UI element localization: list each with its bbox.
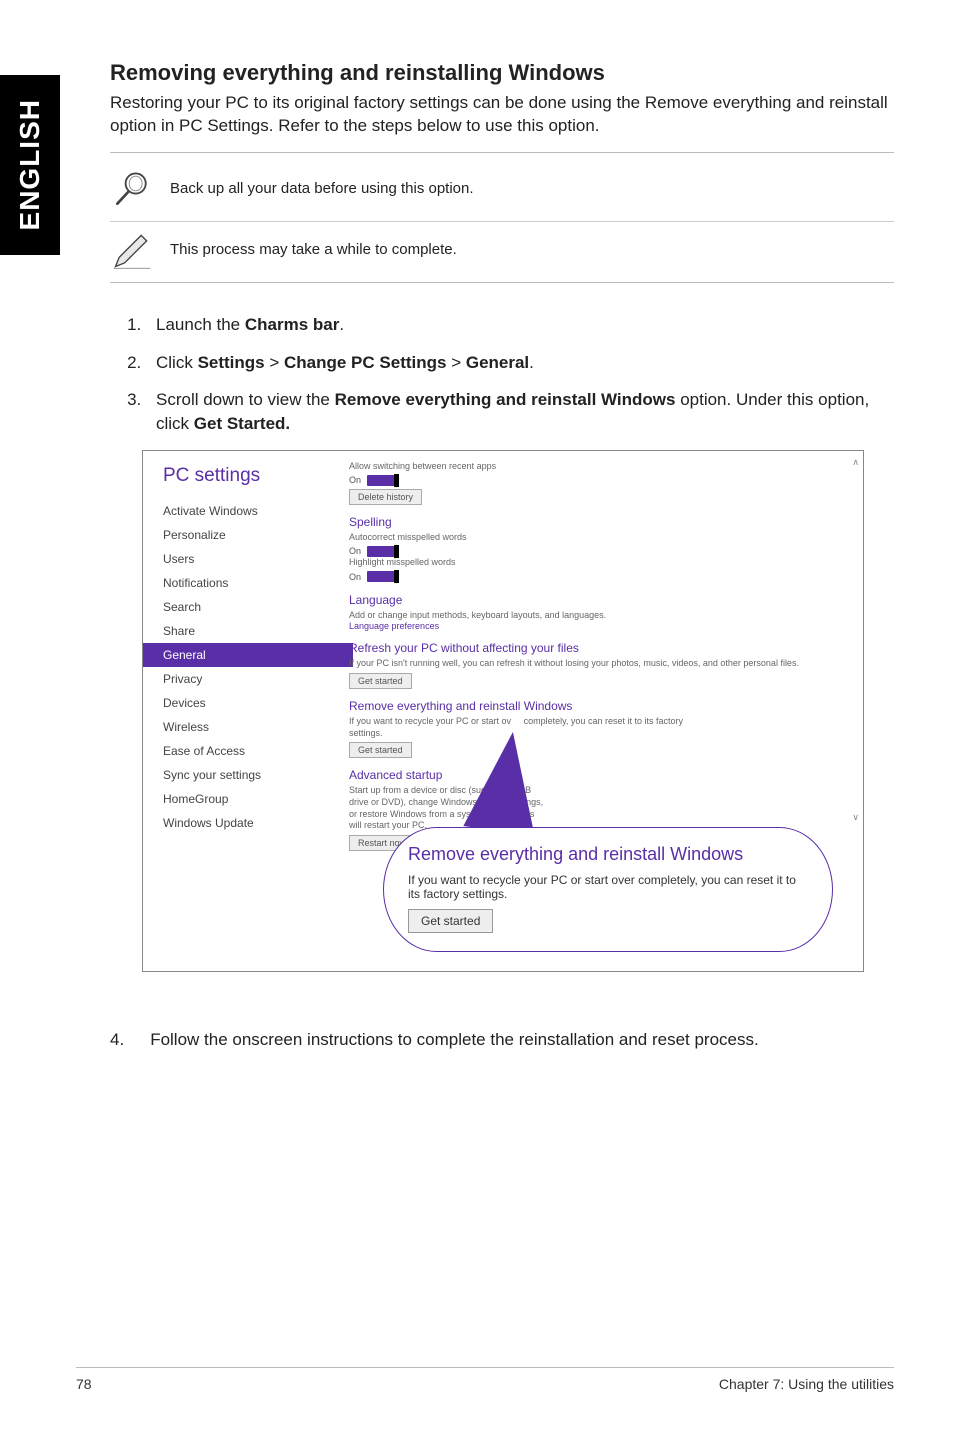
step-bold: Settings xyxy=(198,353,265,372)
language-heading: Language xyxy=(349,593,849,607)
sidebar-item-homegroup[interactable]: HomeGroup xyxy=(163,787,343,811)
highlight-toggle[interactable]: On xyxy=(349,571,399,582)
language-preferences-link[interactable]: Language preferences xyxy=(349,621,849,631)
page-content: Removing everything and reinstalling Win… xyxy=(110,60,894,972)
page-number: 78 xyxy=(76,1376,92,1392)
sidebar-item-users[interactable]: Users xyxy=(163,547,343,571)
sidebar-item-personalize[interactable]: Personalize xyxy=(163,523,343,547)
switch-apps-label: Allow switching between recent apps xyxy=(349,461,849,473)
chapter-label: Chapter 7: Using the utilities xyxy=(719,1376,894,1392)
sidebar-item-devices[interactable]: Devices xyxy=(163,691,343,715)
step-bold: Get Started. xyxy=(194,414,290,433)
callout-arrow-icon xyxy=(463,727,548,836)
refresh-heading: Refresh your PC without affecting your f… xyxy=(349,641,849,655)
autocorrect-toggle[interactable]: On xyxy=(349,546,399,557)
callout-title: Remove everything and reinstall Windows xyxy=(408,844,808,865)
pen-icon xyxy=(110,228,154,272)
step-bold: Charms bar xyxy=(245,315,339,334)
step-text: Launch the xyxy=(156,315,245,334)
step-bold: General xyxy=(466,353,529,372)
pc-settings-title: PC settings xyxy=(163,465,343,487)
callout-desc: If you want to recycle your PC or start … xyxy=(408,873,808,901)
step-3: Scroll down to view the Remove everythin… xyxy=(146,388,894,436)
remove-desc-part: settings. xyxy=(349,728,383,738)
step-bold: Change PC Settings xyxy=(284,353,446,372)
step-2: Click Settings > Change PC Settings > Ge… xyxy=(146,351,894,375)
remove-desc-part: completely, you can reset it to its fact… xyxy=(524,716,683,726)
sidebar-item-share[interactable]: Share xyxy=(163,619,343,643)
sidebar-item-windows-update[interactable]: Windows Update xyxy=(163,811,343,835)
advanced-heading: Advanced startup xyxy=(349,768,849,782)
step-text: > xyxy=(265,353,284,372)
steps-list: Launch the Charms bar. Click Settings > … xyxy=(110,313,894,436)
sidebar-item-search[interactable]: Search xyxy=(163,595,343,619)
step-text: Scroll down to view the xyxy=(156,390,335,409)
note-row: This process may take a while to complet… xyxy=(110,222,894,283)
step-text: . xyxy=(529,353,534,372)
note-text: Back up all your data before using this … xyxy=(170,180,474,197)
note-row: Back up all your data before using this … xyxy=(110,161,894,222)
scroll-up-icon[interactable]: ∧ xyxy=(852,457,859,468)
switch-apps-toggle[interactable]: On xyxy=(349,475,399,486)
page-footer: 78 Chapter 7: Using the utilities xyxy=(76,1367,894,1392)
language-label: ENGLISH xyxy=(14,99,46,230)
sidebar-item-sync-settings[interactable]: Sync your settings xyxy=(163,763,343,787)
toggle-state: On xyxy=(349,572,361,582)
language-side-tab: ENGLISH xyxy=(0,75,60,255)
step-1: Launch the Charms bar. xyxy=(146,313,894,337)
remove-desc-part: If you want to recycle your PC or start … xyxy=(349,716,511,726)
highlight-label: Highlight misspelled words xyxy=(349,557,849,569)
pc-settings-screenshot: PC settings Activate Windows Personalize… xyxy=(142,450,864,972)
delete-history-button[interactable]: Delete history xyxy=(349,489,422,505)
sidebar-item-notifications[interactable]: Notifications xyxy=(163,571,343,595)
toggle-state: On xyxy=(349,546,361,556)
step-text: > xyxy=(446,353,465,372)
remove-get-started-button[interactable]: Get started xyxy=(349,742,412,758)
remove-desc: If you want to recycle your PC or start … xyxy=(349,716,849,739)
step-4: 4. Follow the onscreen instructions to c… xyxy=(110,1030,894,1050)
step-bold: Remove everything and reinstall Windows xyxy=(335,390,676,409)
scroll-down-icon[interactable]: ∨ xyxy=(852,812,859,823)
step-text: Follow the onscreen instructions to comp… xyxy=(150,1030,759,1050)
refresh-get-started-button[interactable]: Get started xyxy=(349,673,412,689)
autocorrect-label: Autocorrect misspelled words xyxy=(349,532,849,544)
callout-bubble: Remove everything and reinstall Windows … xyxy=(383,827,833,952)
sidebar-item-general[interactable]: General xyxy=(143,643,353,667)
section-intro: Restoring your PC to its original factor… xyxy=(110,92,894,138)
step-number: 4. xyxy=(110,1030,124,1050)
magnifier-icon xyxy=(110,167,154,211)
sidebar-item-wireless[interactable]: Wireless xyxy=(163,715,343,739)
section-title: Removing everything and reinstalling Win… xyxy=(110,60,894,86)
toggle-state: On xyxy=(349,475,361,485)
step-text: Click xyxy=(156,353,198,372)
notes-block: Back up all your data before using this … xyxy=(110,152,894,291)
language-desc: Add or change input methods, keyboard la… xyxy=(349,610,849,622)
callout-get-started-button[interactable]: Get started xyxy=(408,909,493,933)
note-text: This process may take a while to complet… xyxy=(170,241,457,258)
step-text: . xyxy=(339,315,344,334)
remove-heading: Remove everything and reinstall Windows xyxy=(349,699,849,713)
sidebar-item-privacy[interactable]: Privacy xyxy=(163,667,343,691)
refresh-desc: If your PC isn't running well, you can r… xyxy=(349,658,849,670)
pc-settings-sidebar: PC settings Activate Windows Personalize… xyxy=(143,451,353,971)
sidebar-item-ease-of-access[interactable]: Ease of Access xyxy=(163,739,343,763)
sidebar-item-activate-windows[interactable]: Activate Windows xyxy=(163,499,343,523)
spelling-heading: Spelling xyxy=(349,515,849,529)
